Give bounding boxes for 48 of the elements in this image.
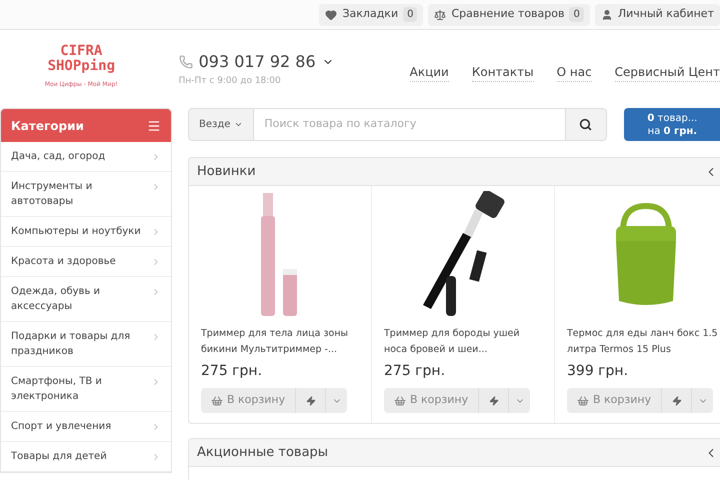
nav-link[interactable]: Сервисный Цент (614, 63, 720, 82)
user-icon (600, 8, 613, 20)
category-item[interactable]: Компьютеры и ноутбуки (1, 217, 171, 247)
lightning-icon (306, 396, 316, 406)
nav-link[interactable]: Акции (410, 63, 449, 82)
search-icon (579, 118, 592, 131)
category-title: Категории (11, 118, 84, 134)
product-name[interactable]: Триммер для тела лица зоны бикини Мультитриммер -... (201, 326, 359, 358)
category-item[interactable]: Смартфоны, ТВ и электроника (1, 367, 171, 412)
count-badge: 0 (403, 7, 418, 22)
product-price: 275 грн. (201, 362, 264, 381)
lightning-icon (672, 396, 682, 406)
product-name[interactable]: Термос для еды ланч бокс 1.5 литра Termos 15 Plus (567, 326, 720, 358)
category-item[interactable]: Подарки и товары для праздников (1, 322, 171, 367)
product-price: 275 грн. (384, 362, 446, 381)
search-scope-dropdown[interactable]: Везде (188, 108, 254, 141)
product-price: 399 грн. (567, 362, 630, 381)
top-bar-link[interactable]: Сравнение товаров 0 (428, 4, 590, 26)
category-item[interactable]: Красота и здоровье (1, 247, 171, 277)
phone-icon (178, 55, 193, 69)
panel-title: Новинки (197, 162, 256, 181)
scale-icon (434, 8, 446, 20)
logo-text: SHOPping (48, 59, 115, 74)
top-bar-link[interactable]: Закладки 0 (319, 4, 424, 26)
logo-text: CIFRA (60, 44, 102, 59)
phone-number[interactable]: 093 017 92 86 (198, 50, 316, 74)
basket-icon (211, 394, 223, 406)
nav-link[interactable]: Контакты (472, 63, 534, 82)
panel-title: Акционные товары (197, 444, 328, 462)
category-item[interactable]: Инструменты и автотовары (1, 172, 171, 217)
product-name[interactable]: Триммер для бороды ушей носа бровей и шеи... (384, 326, 542, 358)
menu-icon[interactable] (147, 118, 161, 132)
category-item[interactable]: Спорт и увлечения (1, 412, 171, 442)
search-field[interactable]: Поиск товара по каталогу (254, 108, 565, 141)
basket-icon (394, 394, 406, 406)
basket-icon (577, 394, 589, 406)
cart-button[interactable]: 0 товар... на 0 грн. (624, 108, 720, 141)
heart-icon (325, 8, 338, 20)
top-bar-link[interactable]: Личный кабинет (594, 4, 720, 26)
search-button[interactable] (564, 108, 607, 141)
nav-link[interactable]: О нас (556, 63, 592, 82)
category-item[interactable]: Товары для детей (1, 442, 171, 472)
working-hours: Пн-Пт с 9:00 до 18:00 (178, 75, 282, 88)
chevron-down-icon (234, 120, 244, 129)
category-item[interactable]: Одежда, обувь и аксессуары (1, 277, 171, 322)
lightning-icon (488, 396, 499, 406)
count-badge: 0 (569, 7, 584, 22)
category-item[interactable]: Дача, сад, огород (1, 142, 171, 172)
